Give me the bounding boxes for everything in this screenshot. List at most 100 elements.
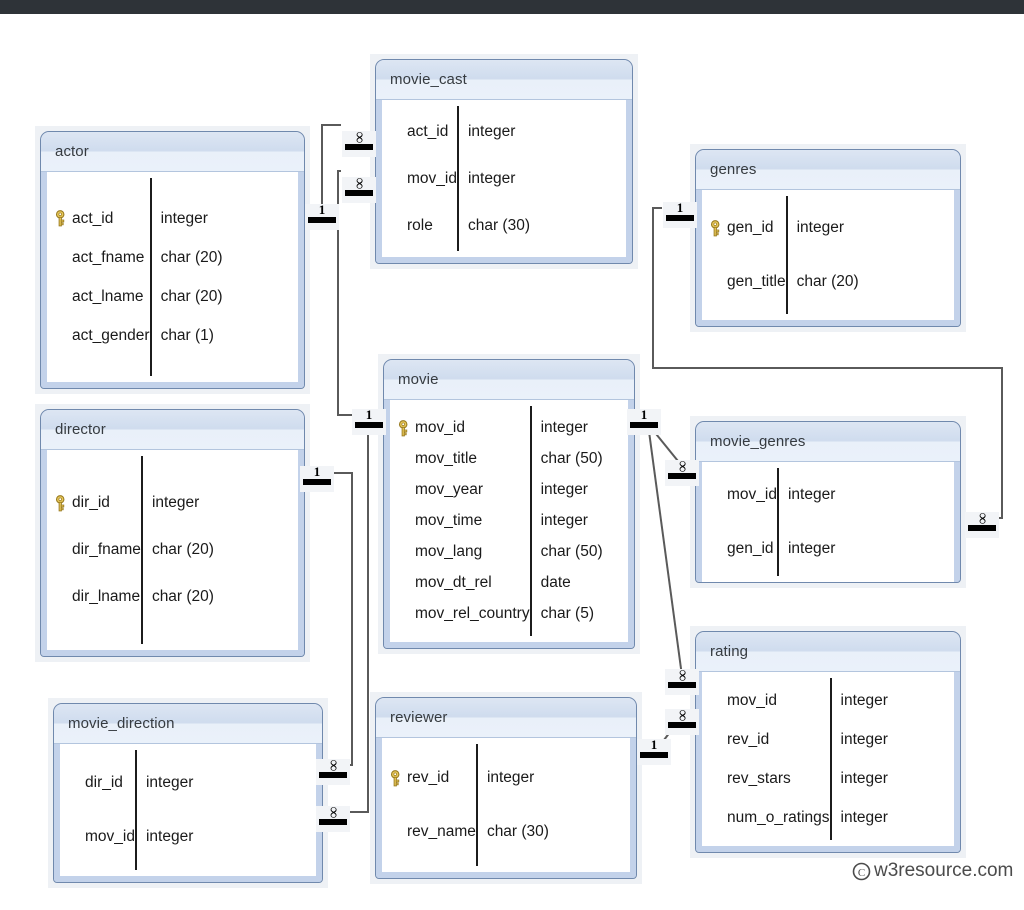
field-type-row: integer [468,108,530,155]
entity-field-list: act_id act_fname act_lname act_gender intege… [47,172,298,382]
field-type-row: integer [841,720,888,759]
field-row[interactable]: mov_dt_rel [396,568,530,599]
field-name: dir_lname [72,588,141,605]
cardinality-marker-m-movie-one-right: 1 [627,407,661,435]
field-type-row: char (50) [541,444,603,475]
entity-header-movie: movie [384,360,634,400]
field-type: char (50) [540,450,603,467]
field-type-row: integer [541,506,603,537]
field-row[interactable]: act_id [53,199,150,238]
field-name: gen_id [727,540,774,557]
field-type-row: char (1) [161,316,223,355]
field-name: dir_id [72,494,110,511]
field-name: act_id [72,209,114,227]
field-row[interactable]: rev_stars [708,759,830,798]
entity-title: movie_genres [710,433,806,450]
field-type: integer [145,828,194,845]
field-type-row: integer [468,155,530,202]
primary-key-icon-slot [708,219,727,237]
entity-movie_direction[interactable]: movie_direction dir_id mov_id integer intege… [48,698,328,888]
field-name-column: gen_id gen_title [702,196,786,314]
field-type-row: integer [788,522,835,576]
field-type: char (5) [540,605,594,622]
field-type: char (1) [160,326,214,344]
entity-header-genres: genres [696,150,960,190]
entity-body-wrap: mov_id mov_title mov_year mov_time mov_langm… [384,400,634,648]
entity-genres[interactable]: genres gen_id gen_title integer char (20) [690,144,966,332]
entity-director[interactable]: director dir_id dir_fname dir_lname integer c… [35,404,310,662]
cardinality-bar [319,772,347,778]
field-row[interactable]: mov_lang [396,537,530,568]
entity-field-list: act_id mov_id role integer integer char (30) [382,100,626,257]
entity-movie_genres[interactable]: movie_genres mov_id gen_id integer integer [690,416,966,588]
field-row[interactable]: mov_id [66,810,135,864]
field-row[interactable]: num_o_ratings [708,798,830,837]
cardinality-label: 1 [650,737,658,752]
field-row[interactable]: dir_lname [53,574,141,621]
field-row[interactable]: mov_year [396,475,530,506]
field-name-column: mov_id gen_id [702,468,777,576]
field-type-row: integer [841,681,888,720]
cardinality-label: 1 [365,407,373,422]
entity-movie_cast[interactable]: movie_cast act_id mov_id role integer integer… [370,54,638,269]
field-row[interactable]: act_id [388,108,457,155]
field-name: mov_lang [415,543,483,560]
field-type-column: integer char (20) char (20) char (1) [149,178,223,376]
field-name: mov_id [85,828,135,845]
field-row[interactable]: role [388,202,457,249]
cardinality-label: 1 [640,407,648,422]
field-name-column: mov_id rev_id rev_stars num_o_ratings [702,678,830,840]
entity-frame: movie_cast act_id mov_id role integer integer… [375,59,633,264]
field-type: integer [840,730,888,748]
entity-header-movie_cast: movie_cast [376,60,632,100]
field-row[interactable]: mov_id [708,468,777,522]
cardinality-bar [319,819,347,825]
field-row[interactable]: mov_rel_country [396,599,530,630]
entity-field-list: rev_id rev_name integer char (30) [382,738,630,872]
field-row[interactable]: gen_title [708,255,786,309]
entity-header-movie_genres: movie_genres [696,422,960,462]
field-row[interactable]: act_lname [53,277,150,316]
field-type: char (20) [151,541,214,558]
primary-key-icon [390,769,400,786]
cardinality-marker-m-mgenres-many: ∞ [665,460,699,486]
field-row[interactable]: mov_id [708,681,830,720]
cardinality-bar [968,525,996,531]
field-type-row: integer [146,756,193,810]
field-row[interactable]: mov_id [388,155,457,202]
primary-key-icon-slot [396,419,415,437]
field-name: gen_title [727,273,786,290]
field-type-row: integer [487,751,549,805]
entity-rating[interactable]: rating mov_id rev_id rev_stars num_o_ratings… [690,626,966,858]
field-row[interactable]: mov_title [396,444,530,475]
field-type: integer [467,122,516,140]
field-row[interactable]: act_gender [53,316,150,355]
field-row[interactable]: mov_id [396,413,530,444]
field-type: integer [840,691,888,709]
primary-key-icon [55,494,65,511]
field-type: integer [486,769,535,786]
field-row[interactable]: gen_id [708,522,777,576]
field-row[interactable]: dir_id [66,756,135,810]
field-row[interactable]: rev_name [388,805,476,859]
entity-frame: reviewer rev_id rev_name integer char (30) [375,697,637,879]
cardinality-bar [345,144,373,150]
field-row[interactable]: dir_fname [53,527,141,574]
cardinality-bar [668,473,696,479]
field-type-row: integer [841,798,888,837]
field-row[interactable]: act_fname [53,238,150,277]
field-row[interactable]: mov_time [396,506,530,537]
entity-actor[interactable]: actor act_id act_fname act_lname act_gender i… [35,126,310,394]
cardinality-bar [630,422,658,428]
entity-movie[interactable]: movie mov_id mov_title mov_year mov_time mov_… [378,354,640,654]
entity-title: movie_direction [68,715,175,732]
field-row[interactable]: gen_id [708,201,786,255]
field-type-row: integer [152,480,214,527]
field-row[interactable]: rev_id [708,720,830,759]
entity-reviewer[interactable]: reviewer rev_id rev_name integer char (30) [370,692,642,884]
field-type-row: char (30) [468,202,530,249]
cardinality-marker-m-rating-mov-many: ∞ [665,669,699,695]
field-name-column: rev_id rev_name [382,744,476,866]
field-row[interactable]: rev_id [388,751,476,805]
field-row[interactable]: dir_id [53,480,141,527]
